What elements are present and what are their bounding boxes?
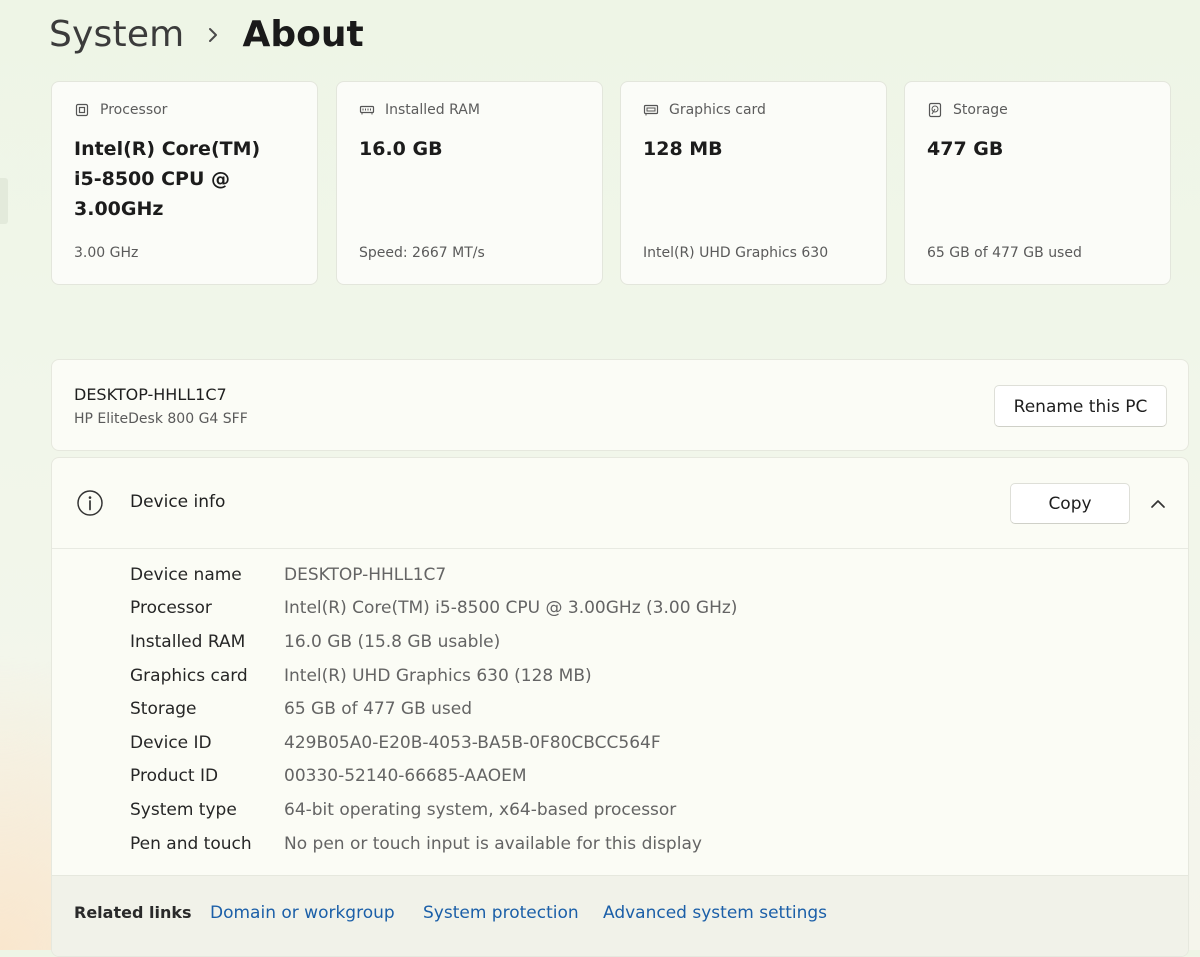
system-protection-link[interactable]: System protection bbox=[423, 903, 579, 923]
graphics-card-icon bbox=[643, 102, 659, 118]
ram-icon bbox=[359, 102, 375, 118]
pc-name-row: DESKTOP-HHLL1C7 HP EliteDesk 800 G4 SFF … bbox=[51, 359, 1189, 451]
storage-card-title: Storage bbox=[953, 102, 1008, 118]
spec-label: Pen and touch bbox=[130, 833, 252, 854]
advanced-system-settings-link[interactable]: Advanced system settings bbox=[603, 903, 827, 923]
spec-value: Intel(R) Core(TM) i5-8500 CPU @ 3.00GHz … bbox=[284, 598, 738, 619]
chevron-right-icon bbox=[184, 24, 242, 44]
storage-icon bbox=[927, 102, 943, 118]
nav-collapse-handle[interactable] bbox=[0, 178, 8, 224]
spec-row: Installed RAM 16.0 GB (15.8 GB usable) bbox=[130, 625, 737, 659]
processor-card-detail: 3.00 GHz bbox=[74, 245, 139, 261]
related-links-bar: Related links Domain or workgroup System… bbox=[52, 875, 1188, 956]
spec-row: System type 64-bit operating system, x64… bbox=[130, 793, 737, 827]
processor-icon bbox=[74, 102, 90, 118]
rename-pc-button[interactable]: Rename this PC bbox=[994, 385, 1167, 427]
spec-row: Processor Intel(R) Core(TM) i5-8500 CPU … bbox=[130, 592, 737, 626]
ram-card-value: 16.0 GB bbox=[359, 138, 443, 160]
device-info-panel: Device info Copy Device name DESKTOP-HHL… bbox=[51, 457, 1189, 957]
storage-card-detail: 65 GB of 477 GB used bbox=[927, 245, 1082, 261]
ram-card: Installed RAM 16.0 GB Speed: 2667 MT/s bbox=[336, 81, 603, 285]
copy-button[interactable]: Copy bbox=[1010, 483, 1130, 524]
spec-value: 64-bit operating system, x64-based proce… bbox=[284, 799, 677, 820]
spec-label: Device name bbox=[130, 564, 242, 585]
spec-label: Device ID bbox=[130, 732, 212, 753]
processor-card-title: Processor bbox=[100, 102, 168, 118]
spec-row: Graphics card Intel(R) UHD Graphics 630 … bbox=[130, 659, 737, 693]
spec-value: 00330-52140-66685-AAOEM bbox=[284, 766, 527, 787]
domain-workgroup-link[interactable]: Domain or workgroup bbox=[210, 903, 395, 923]
graphics-card-title: Graphics card bbox=[669, 102, 766, 118]
spec-value: 65 GB of 477 GB used bbox=[284, 699, 473, 720]
breadcrumb: System About bbox=[49, 8, 364, 60]
spec-label: Installed RAM bbox=[130, 631, 246, 652]
spec-label: System type bbox=[130, 799, 237, 820]
spec-label: Graphics card bbox=[130, 665, 248, 686]
spec-label: Processor bbox=[130, 598, 212, 619]
device-info-title: Device info bbox=[130, 492, 226, 512]
processor-card-value: Intel(R) Core(TM) i5-8500 CPU @ 3.00GHz bbox=[74, 138, 261, 220]
page-title: About bbox=[242, 13, 364, 55]
ram-card-title: Installed RAM bbox=[385, 102, 480, 118]
graphics-card: Graphics card 128 MB Intel(R) UHD Graphi… bbox=[620, 81, 887, 285]
spec-label: Storage bbox=[130, 699, 197, 720]
device-specs-table: Device name DESKTOP-HHLL1C7 Processor In… bbox=[130, 558, 737, 860]
graphics-card-value: 128 MB bbox=[643, 138, 723, 160]
spec-value: DESKTOP-HHLL1C7 bbox=[284, 564, 447, 585]
storage-card-value: 477 GB bbox=[927, 138, 1004, 160]
chevron-up-icon[interactable] bbox=[1146, 492, 1170, 516]
spec-value: No pen or touch input is available for t… bbox=[284, 833, 702, 854]
spec-row: Storage 65 GB of 477 GB used bbox=[130, 692, 737, 726]
spec-row: Pen and touch No pen or touch input is a… bbox=[130, 827, 737, 861]
spec-row: Device ID 429B05A0-E20B-4053-BA5B-0F80CB… bbox=[130, 726, 737, 760]
spec-row: Product ID 00330-52140-66685-AAOEM bbox=[130, 760, 737, 794]
spec-row: Device name DESKTOP-HHLL1C7 bbox=[130, 558, 737, 592]
spec-label: Product ID bbox=[130, 766, 219, 787]
ram-card-detail: Speed: 2667 MT/s bbox=[359, 245, 485, 261]
pc-name: DESKTOP-HHLL1C7 bbox=[74, 385, 227, 404]
spec-value: 429B05A0-E20B-4053-BA5B-0F80CBCC564F bbox=[284, 732, 661, 753]
graphics-card-detail: Intel(R) UHD Graphics 630 bbox=[643, 245, 829, 261]
related-links-title: Related links bbox=[74, 903, 192, 922]
breadcrumb-system[interactable]: System bbox=[49, 14, 184, 55]
storage-card: Storage 477 GB 65 GB of 477 GB used bbox=[904, 81, 1171, 285]
info-icon bbox=[76, 489, 104, 517]
spec-value: Intel(R) UHD Graphics 630 (128 MB) bbox=[284, 665, 592, 686]
pc-model: HP EliteDesk 800 G4 SFF bbox=[74, 411, 248, 427]
device-info-header[interactable]: Device info Copy bbox=[52, 458, 1188, 549]
processor-card: Processor Intel(R) Core(TM) i5-8500 CPU … bbox=[51, 81, 318, 285]
spec-value: 16.0 GB (15.8 GB usable) bbox=[284, 631, 501, 652]
